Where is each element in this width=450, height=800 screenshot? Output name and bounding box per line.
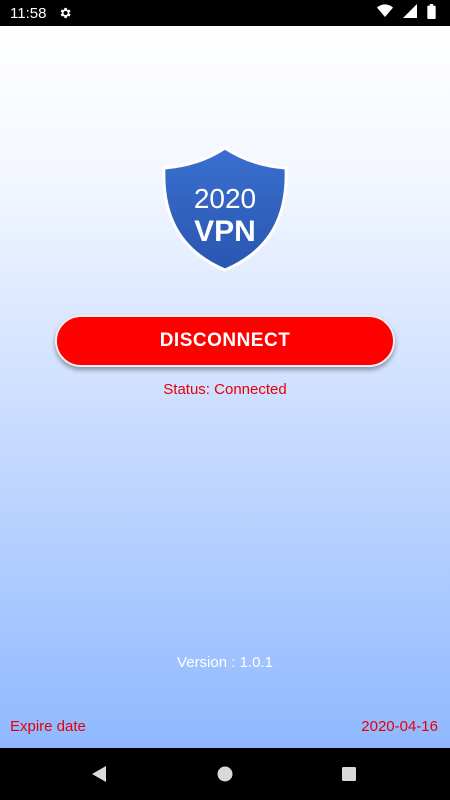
clock: 11:58 (10, 4, 47, 22)
main-content: 2020 VPN DISCONNECT Status: Connected Ve… (0, 26, 450, 748)
logo-year: 2020 (194, 183, 256, 214)
gear-icon (58, 6, 72, 20)
signal-icon (403, 4, 417, 22)
version-text: Version : 1.0.1 (177, 654, 273, 671)
connection-status: Status: Connected (163, 381, 287, 398)
disconnect-button[interactable]: DISCONNECT (55, 315, 395, 367)
recents-icon[interactable] (319, 748, 379, 800)
vpn-shield-logo: 2020 VPN (162, 146, 288, 272)
logo-title: VPN (194, 215, 256, 248)
navigation-bar (0, 748, 450, 800)
expire-date-label: Expire date (10, 718, 86, 735)
back-icon[interactable] (69, 748, 129, 800)
wifi-icon (377, 4, 393, 22)
status-bar: 11:58 (0, 0, 450, 26)
expire-date-value: 2020-04-16 (361, 718, 438, 735)
battery-icon (427, 3, 436, 23)
home-icon[interactable] (195, 748, 255, 800)
